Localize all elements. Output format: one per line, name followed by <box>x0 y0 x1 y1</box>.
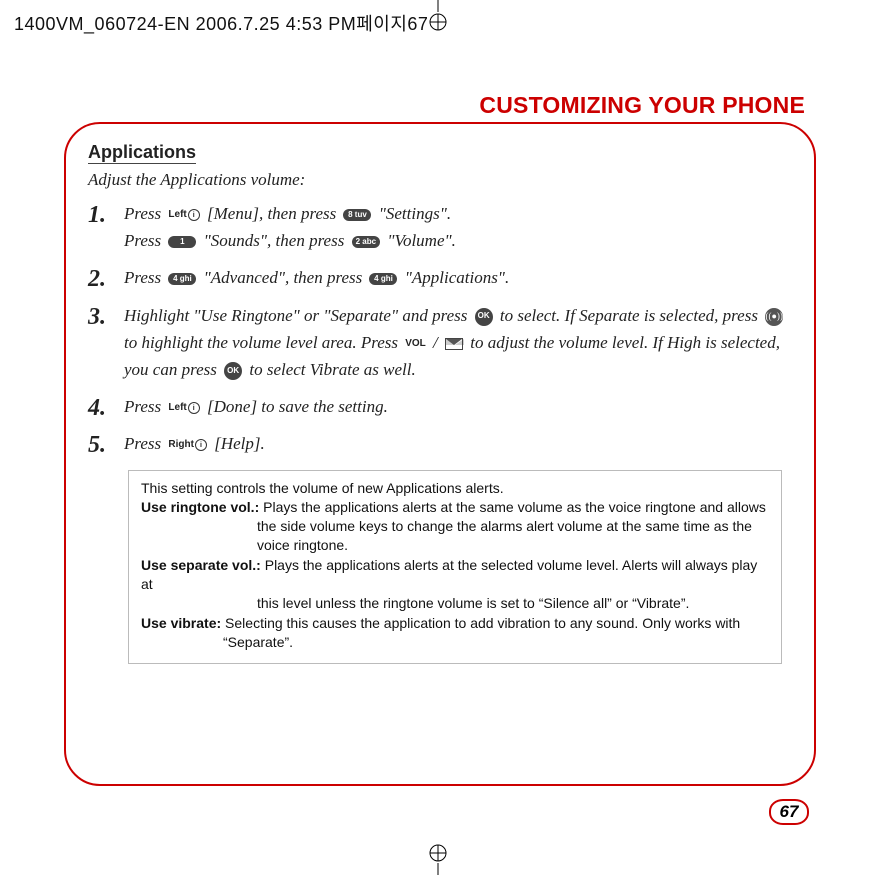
note-label: Use vibrate: <box>141 615 221 631</box>
key-label: OK <box>475 308 493 326</box>
envelope-key-icon <box>445 338 463 350</box>
step-text: Press <box>124 231 165 250</box>
step-text: "Volume". <box>387 231 456 250</box>
softkey-circle-icon: i <box>188 209 200 221</box>
content-panel: Applications Adjust the Applications vol… <box>64 122 816 786</box>
key-label: 4 ghi <box>369 273 397 285</box>
note-text: the side volume keys to change the alarm… <box>141 517 769 536</box>
note-text: Plays the applications alerts at the sam… <box>259 499 766 515</box>
applications-subhead: Adjust the Applications volume: <box>88 170 792 190</box>
step-text: [Menu], then press <box>207 204 340 223</box>
note-text: “Separate”. <box>141 633 769 652</box>
step-text: Press <box>124 434 165 453</box>
note-text: voice ringtone. <box>141 536 769 555</box>
page-number-badge: 67 <box>769 799 809 825</box>
key-4-icon: 4 ghi <box>168 273 196 285</box>
print-header: 1400VM_060724-EN 2006.7.25 4:53 PM페이지67 <box>14 10 428 36</box>
step-2: Press 4 ghi "Advanced", then press 4 ghi… <box>88 264 792 291</box>
left-softkey-icon: Lefti <box>168 207 199 223</box>
step-text: Press <box>124 204 165 223</box>
vol-key-icon: VOL <box>405 336 426 352</box>
step-text: [Done] to save the setting. <box>207 397 388 416</box>
step-text: to select. If Separate is selected, pres… <box>500 306 762 325</box>
step-5: Press Righti [Help]. <box>88 430 792 457</box>
note-row-3: Use vibrate: Selecting this causes the a… <box>141 614 769 652</box>
key-label: Right <box>168 437 194 453</box>
key-label: Left <box>168 400 186 416</box>
key-label: 4 ghi <box>168 273 196 285</box>
left-softkey-icon: Lefti <box>168 400 199 416</box>
key-label: OK <box>224 362 242 380</box>
key-2-icon: 2 abc <box>352 236 380 248</box>
applications-heading: Applications <box>88 142 196 164</box>
step-text: "Settings". <box>379 204 451 223</box>
note-label: Use separate vol.: <box>141 557 261 573</box>
note-row-1: Use ringtone vol.: Plays the application… <box>141 498 769 555</box>
key-label: 8 tuv <box>343 209 371 221</box>
step-text: Press <box>124 268 165 287</box>
right-softkey-icon: Righti <box>168 437 207 453</box>
step-3: Highlight "Use Ringtone" or "Separate" a… <box>88 302 792 384</box>
key-label: Left <box>168 207 186 223</box>
crop-mark-top-icon <box>424 0 452 32</box>
step-4: Press Lefti [Done] to save the setting. <box>88 393 792 420</box>
step-text: to select Vibrate as well. <box>249 360 415 379</box>
page-number: 67 <box>780 802 799 822</box>
key-label: 1 <box>168 236 196 248</box>
crop-mark-bottom-icon <box>424 843 452 875</box>
softkey-circle-icon: i <box>195 439 207 451</box>
step-text: Press <box>124 397 165 416</box>
ok-key-icon: OK <box>475 308 493 326</box>
note-text: Selecting this causes the application to… <box>221 615 740 631</box>
step-text: "Advanced", then press <box>204 268 367 287</box>
step-1: Press Lefti [Menu], then press 8 tuv "Se… <box>88 200 792 254</box>
step-text: "Applications". <box>405 268 509 287</box>
key-8-icon: 8 tuv <box>343 209 371 221</box>
key-1-icon: 1 <box>168 236 196 248</box>
key-label: 2 abc <box>352 236 380 248</box>
note-text: this level unless the ringtone volume is… <box>141 594 769 613</box>
nav-key-icon: ((●)) <box>765 308 783 326</box>
note-intro: This setting controls the volume of new … <box>141 479 769 498</box>
note-label: Use ringtone vol.: <box>141 499 259 515</box>
section-title: CUSTOMIZING YOUR PHONE <box>479 92 805 119</box>
step-text: / <box>433 333 442 352</box>
steps-list: Press Lefti [Menu], then press 8 tuv "Se… <box>88 200 792 458</box>
print-header-text: 1400VM_060724-EN 2006.7.25 4:53 PM페이지67 <box>14 10 428 36</box>
key-4-icon: 4 ghi <box>369 273 397 285</box>
note-box: This setting controls the volume of new … <box>128 470 782 664</box>
step-text: "Sounds", then press <box>204 231 349 250</box>
note-row-2: Use separate vol.: Plays the application… <box>141 556 769 613</box>
step-text: [Help]. <box>214 434 265 453</box>
ok-key-icon: OK <box>224 362 242 380</box>
step-text: to highlight the volume level area. Pres… <box>124 333 402 352</box>
softkey-circle-icon: i <box>188 402 200 414</box>
step-text: Highlight "Use Ringtone" or "Separate" a… <box>124 306 472 325</box>
